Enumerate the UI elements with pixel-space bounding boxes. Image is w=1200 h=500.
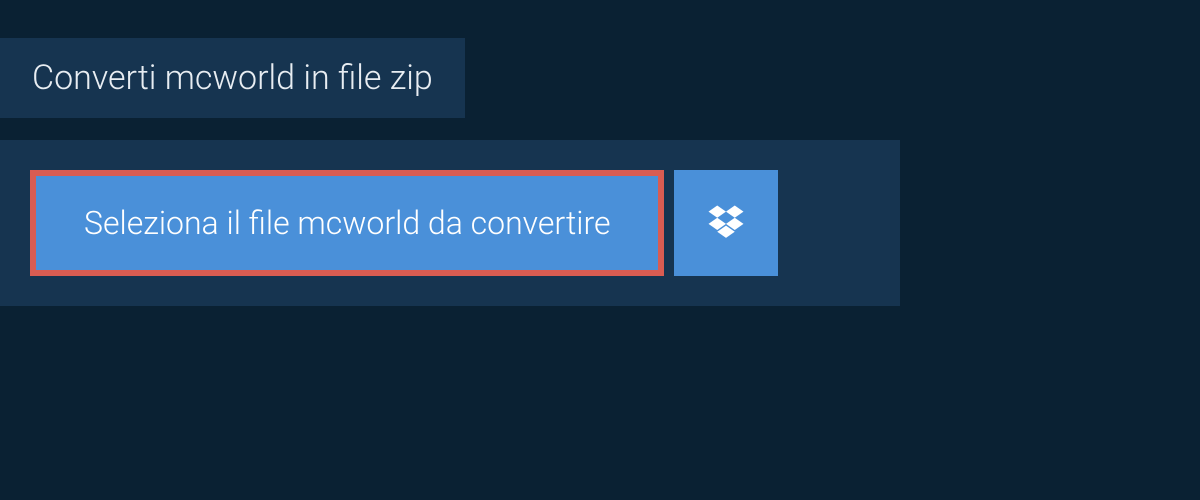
converter-panel: Seleziona il file mcworld da convertire <box>0 140 900 306</box>
select-file-button[interactable]: Seleziona il file mcworld da convertire <box>30 170 664 276</box>
dropbox-button[interactable] <box>674 170 778 276</box>
action-row: Seleziona il file mcworld da convertire <box>30 170 870 276</box>
select-file-label: Seleziona il file mcworld da convertire <box>84 204 610 242</box>
page-title: Converti mcworld in file zip <box>32 58 433 98</box>
dropbox-icon <box>705 202 747 244</box>
page-title-tab: Converti mcworld in file zip <box>0 38 465 118</box>
